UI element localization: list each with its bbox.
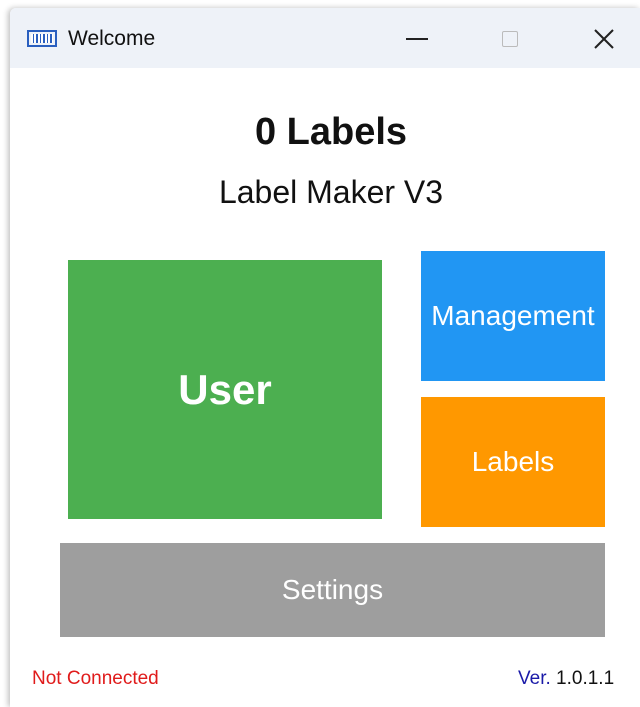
version-number: 1.0.1.1 <box>556 668 615 689</box>
management-button[interactable]: Management <box>421 251 605 381</box>
labels-button-label: Labels <box>471 446 555 477</box>
version-prefix: Ver. <box>518 668 551 689</box>
user-button-label: User <box>178 365 272 413</box>
window-title: Welcome <box>68 27 156 50</box>
minimize-icon <box>406 38 428 40</box>
close-button[interactable] <box>581 16 627 62</box>
version-info: Ver. 1.0.1.1 <box>518 668 614 690</box>
maximize-button[interactable] <box>487 16 533 62</box>
close-icon <box>594 29 614 49</box>
settings-button[interactable]: Settings <box>60 543 605 637</box>
labels-button[interactable]: Labels <box>421 397 605 527</box>
maximize-icon <box>502 31 518 47</box>
barcode-icon <box>27 30 57 47</box>
label-count: 0 Labels <box>254 111 408 153</box>
app-name: Label Maker V3 <box>218 174 444 210</box>
title-bar[interactable]: Welcome <box>10 8 640 68</box>
welcome-window: Welcome 0 Labels Label Maker V3 User Man… <box>10 8 640 707</box>
user-button[interactable]: User <box>68 260 382 519</box>
minimize-button[interactable] <box>394 16 440 62</box>
settings-button-label: Settings <box>281 574 384 605</box>
management-button-label: Management <box>431 300 595 331</box>
connection-status: Not Connected <box>32 668 159 689</box>
